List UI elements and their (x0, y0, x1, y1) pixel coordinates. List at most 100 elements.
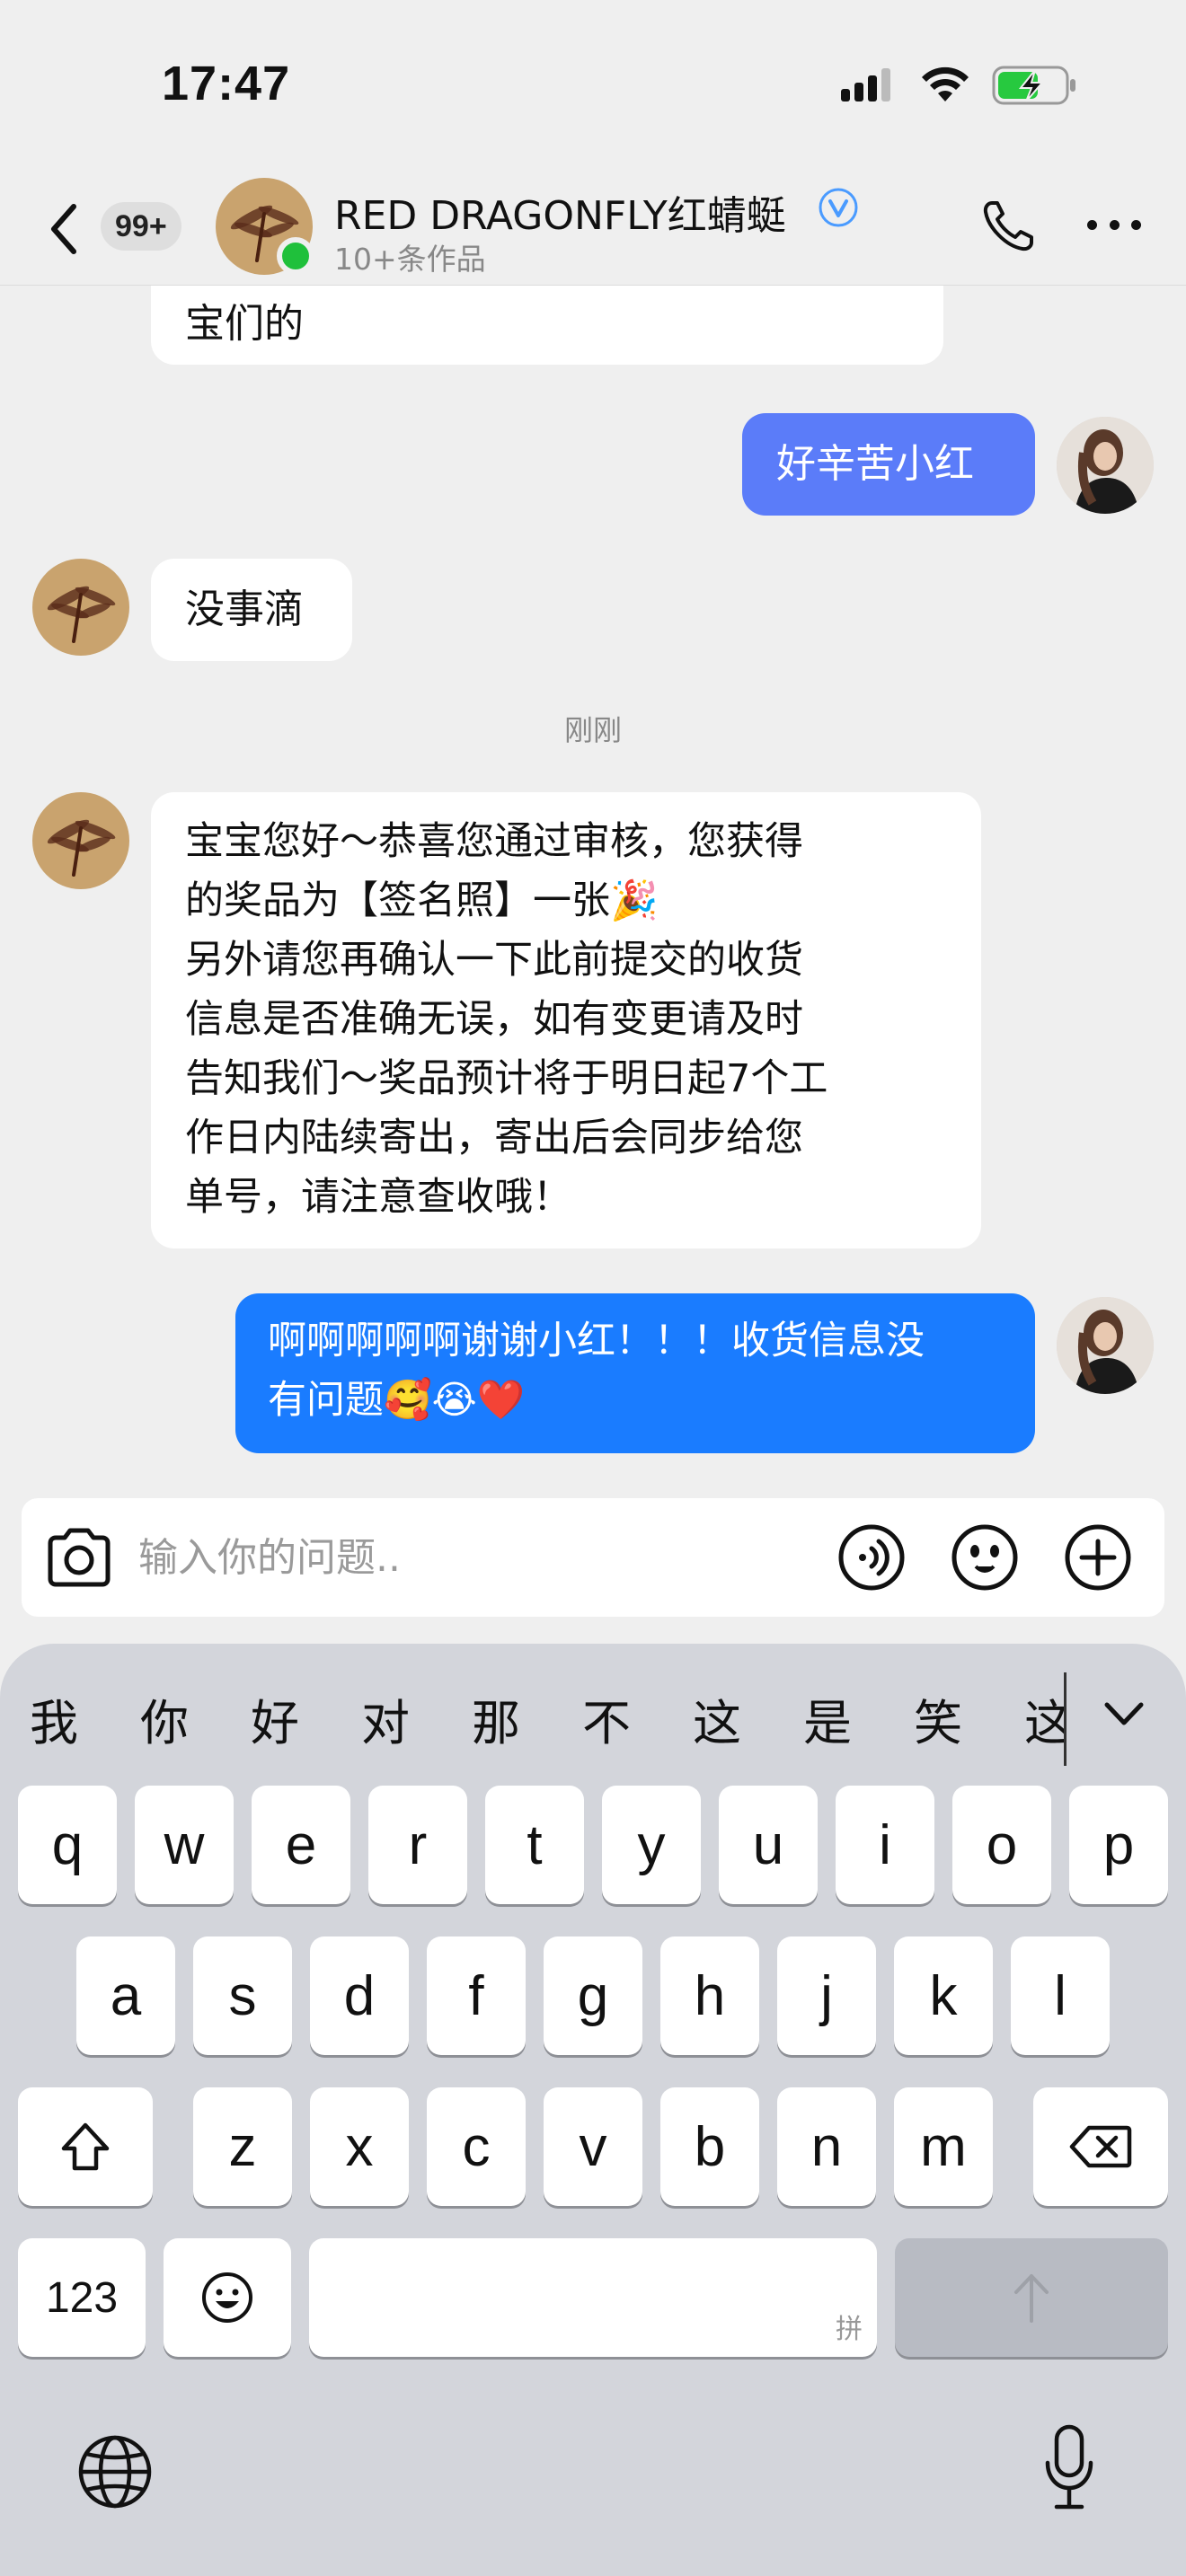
shift-icon (61, 2122, 110, 2171)
shift-key[interactable] (18, 2087, 153, 2206)
contact-avatar[interactable] (32, 559, 129, 656)
message-line: 有问题🥰😭❤️ (268, 1378, 526, 1423)
my-avatar[interactable] (1057, 417, 1154, 514)
status-time: 17:47 (162, 57, 291, 110)
contact-avatar[interactable] (32, 792, 129, 889)
more-options-button[interactable] (1087, 220, 1141, 234)
send-key[interactable] (895, 2238, 1168, 2357)
chat-header: 99+ RED DRAGONFLY红蜻蜓 10+条作品 (0, 171, 1186, 286)
key-g[interactable]: g (544, 1936, 642, 2055)
back-button[interactable] (41, 198, 86, 260)
numbers-key[interactable]: 123 (18, 2238, 146, 2357)
space-hint: 拼 (836, 2315, 863, 2344)
message-bubble-incoming[interactable]: 没事滴 (151, 559, 352, 661)
key-r[interactable]: r (368, 1786, 467, 1904)
key-i[interactable]: i (836, 1786, 934, 1904)
key-h[interactable]: h (660, 1936, 759, 2055)
key-t[interactable]: t (485, 1786, 584, 1904)
key-k[interactable]: k (894, 1936, 993, 2055)
candidate-word[interactable]: 对 (361, 1683, 410, 1754)
candidate-word[interactable]: 你 (140, 1683, 189, 1754)
message-line: 告知我们～奖品预计将于明日起7个工 (185, 1056, 828, 1101)
candidate-word[interactable]: 这 (693, 1683, 741, 1754)
key-x[interactable]: x (310, 2087, 409, 2206)
candidate-word[interactable]: 是 (803, 1683, 852, 1754)
key-e[interactable]: e (252, 1786, 350, 1904)
message-bubble-incoming[interactable]: 宝宝您好～恭喜您通过审核，您获得 的奖品为【签名照】一张🎉 另外请您再确认一下此… (151, 792, 981, 1248)
message-line: 信息是否准确无误，如有变更请及时 (185, 997, 803, 1042)
message-line: 单号，请注意查收哦！ (185, 1175, 571, 1220)
key-c[interactable]: c (427, 2087, 526, 2206)
space-key[interactable]: 拼 (309, 2238, 877, 2357)
verified-icon (819, 188, 858, 227)
dot-icon (1131, 220, 1141, 230)
camera-button[interactable] (45, 1525, 113, 1590)
key-z[interactable]: z (193, 2087, 292, 2206)
key-n[interactable]: n (777, 2087, 876, 2206)
message-input[interactable] (138, 1529, 821, 1586)
candidate-word[interactable]: 笑 (914, 1683, 962, 1754)
message-text: 宝们的 (185, 301, 304, 347)
emoji-icon (202, 2272, 252, 2323)
keyboard: 我 你 好 对 那 不 这 是 笑 这 q w e r t y u i o p … (0, 1644, 1186, 2576)
dragonfly-logo-icon (47, 819, 116, 877)
arrow-up-icon (1014, 2274, 1049, 2323)
candidate-word[interactable]: 不 (582, 1683, 631, 1754)
key-s[interactable]: s (193, 1936, 292, 2055)
globe-icon[interactable] (77, 2434, 153, 2510)
candidate-word[interactable]: 那 (472, 1683, 520, 1754)
contact-works-count[interactable]: 10+条作品 (334, 235, 486, 278)
message-bubble-outgoing[interactable]: 好辛苦小红 (742, 413, 1035, 516)
backspace-icon (1069, 2125, 1132, 2168)
key-p[interactable]: p (1069, 1786, 1168, 1904)
chat-messages[interactable]: 宝们的 好辛苦小红 没事滴 刚刚 宝宝您好～恭喜您通过审核，您获得 的奖品为【签… (0, 286, 1186, 1498)
key-j[interactable]: j (777, 1936, 876, 2055)
key-f[interactable]: f (427, 1936, 526, 2055)
candidate-word[interactable]: 我 (30, 1683, 78, 1754)
emoji-key[interactable] (164, 2238, 291, 2357)
message-line: 另外请您再确认一下此前提交的收货 (185, 938, 803, 983)
emoji-button[interactable] (951, 1523, 1019, 1592)
status-bar: 17:47 (0, 0, 1186, 171)
key-q[interactable]: q (18, 1786, 117, 1904)
candidate-divider (1064, 1672, 1067, 1766)
key-m[interactable]: m (894, 2087, 993, 2206)
message-line: 宝宝您好～恭喜您通过审核，您获得 (185, 819, 803, 864)
phone-call-button[interactable] (979, 198, 1037, 255)
chevron-down-icon[interactable] (1102, 1696, 1146, 1732)
message-bubble-outgoing[interactable]: 啊啊啊啊啊谢谢小红！！！收货信息没 有问题🥰😭❤️ (235, 1293, 1035, 1453)
key-v[interactable]: v (544, 2087, 642, 2206)
message-text: 没事滴 (185, 587, 304, 632)
key-y[interactable]: y (602, 1786, 701, 1904)
voice-input-button[interactable] (837, 1523, 906, 1592)
dot-icon (1109, 220, 1120, 230)
dragonfly-logo-icon (47, 586, 116, 643)
message-timestamp: 刚刚 (563, 713, 622, 747)
message-line: 的奖品为【签名照】一张🎉 (185, 878, 659, 923)
status-icons (841, 63, 1078, 108)
key-u[interactable]: u (719, 1786, 818, 1904)
key-b[interactable]: b (660, 2087, 759, 2206)
key-w[interactable]: w (135, 1786, 234, 1904)
microphone-icon[interactable] (1042, 2423, 1096, 2513)
signal-icon (841, 68, 890, 101)
my-avatar[interactable] (1057, 1297, 1154, 1394)
message-input-bar (22, 1498, 1164, 1617)
contact-name[interactable]: RED DRAGONFLY红蜻蜓 (334, 183, 786, 241)
key-l[interactable]: l (1011, 1936, 1110, 2055)
unread-badge[interactable]: 99+ (101, 202, 181, 251)
key-d[interactable]: d (310, 1936, 409, 2055)
message-line: 作日内陆续寄出，寄出后会同步给您 (185, 1116, 803, 1160)
candidate-word[interactable]: 好 (251, 1683, 299, 1754)
wifi-icon (922, 66, 969, 101)
battery-charging-icon (992, 66, 1075, 105)
dot-icon (1087, 220, 1097, 230)
key-o[interactable]: o (952, 1786, 1051, 1904)
key-a[interactable]: a (76, 1936, 175, 2055)
candidate-word[interactable]: 这 (1024, 1683, 1066, 1754)
backspace-key[interactable] (1033, 2087, 1168, 2206)
user-photo-icon (1057, 1297, 1154, 1394)
message-bubble-incoming[interactable]: 宝们的 (151, 286, 943, 365)
online-status-dot (277, 237, 314, 275)
more-attachments-button[interactable] (1064, 1523, 1132, 1592)
